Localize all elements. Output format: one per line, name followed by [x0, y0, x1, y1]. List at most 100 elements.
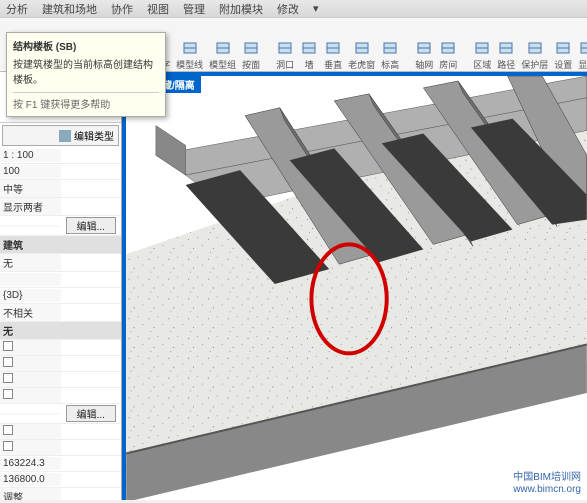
properties-panel: 编辑类型 1 : 100100中等显示两者编辑...建筑无 {3D}不相关无编辑… — [0, 72, 122, 500]
ribbon-show-button[interactable]: 显示 — [578, 39, 587, 71]
ribbon-line-button[interactable]: 模型线 — [176, 39, 203, 71]
wall-icon — [300, 39, 318, 57]
ribbon-group-button[interactable]: 模型组 — [209, 39, 236, 71]
property-key: 显示两者 — [0, 198, 61, 215]
property-key: 1 : 100 — [0, 149, 61, 162]
ribbon-label: 洞口 — [276, 58, 294, 71]
checkbox[interactable] — [3, 441, 13, 451]
property-row[interactable]: 不相关 — [0, 304, 121, 322]
menu-item[interactable]: 建筑和场地 — [42, 1, 97, 17]
menu-item[interactable]: 分析 — [6, 1, 28, 17]
menu-bar: 分析建筑和场地协作视图管理附加模块修改 ▾ — [0, 0, 587, 18]
ribbon-set-button[interactable]: 设置 — [554, 39, 572, 71]
property-group-header: 建筑 — [0, 236, 121, 253]
property-row[interactable] — [0, 440, 121, 456]
property-row[interactable] — [0, 340, 121, 356]
edit-type-label: 编辑类型 — [74, 128, 114, 143]
property-row[interactable]: 163224.3 — [0, 456, 121, 472]
ribbon-label: 保护层 — [521, 58, 548, 71]
property-row[interactable] — [0, 388, 121, 404]
menu-item[interactable]: 修改 — [277, 1, 299, 17]
ribbon-area-button[interactable]: 区域 — [473, 39, 491, 71]
edit-icon — [59, 130, 71, 142]
property-value[interactable] — [61, 171, 122, 173]
menu-item[interactable]: 管理 — [183, 1, 205, 17]
property-value[interactable] — [61, 312, 122, 314]
property-edit-button[interactable]: 编辑... — [66, 405, 116, 422]
property-key: {3D} — [0, 289, 61, 302]
property-row[interactable]: 136800.0 — [0, 472, 121, 488]
property-row[interactable] — [0, 272, 121, 288]
menu-item[interactable]: 视图 — [147, 1, 169, 17]
property-row[interactable]: 无 — [0, 254, 121, 272]
ribbon-label: 设置 — [554, 58, 572, 71]
vert-icon — [324, 39, 342, 57]
property-value[interactable] — [61, 295, 122, 297]
property-row[interactable]: {3D} — [0, 288, 121, 304]
ribbon-vert-button[interactable]: 垂直 — [324, 39, 342, 71]
ribbon-open-button[interactable]: 洞口 — [276, 39, 294, 71]
ribbon-wall-button[interactable]: 墙 — [300, 39, 318, 71]
ribbon-label: 轴网 — [415, 58, 433, 71]
property-row[interactable]: 中等 — [0, 180, 121, 198]
ribbon-grid-button[interactable]: 轴网 — [415, 39, 433, 71]
property-key: 100 — [0, 165, 61, 178]
checkbox[interactable] — [3, 357, 13, 367]
property-row[interactable] — [0, 424, 121, 440]
property-value[interactable] — [61, 496, 122, 498]
ribbon-label: 老虎窗 — [348, 58, 375, 71]
checkbox[interactable] — [3, 425, 13, 435]
group-icon — [214, 39, 232, 57]
main-area: 编辑类型 1 : 100100中等显示两者编辑...建筑无 {3D}不相关无编辑… — [0, 72, 587, 500]
checkbox[interactable] — [3, 389, 13, 399]
property-edit-button[interactable]: 编辑... — [66, 217, 116, 234]
property-row[interactable] — [0, 356, 121, 372]
property-row[interactable]: 100 — [0, 164, 121, 180]
property-group-header: 无 — [0, 322, 121, 339]
dorm-icon — [353, 39, 371, 57]
tooltip-body: 按建筑楼型的当前标高创建结构楼板。 — [13, 56, 159, 86]
property-row[interactable]: 建筑 — [0, 236, 121, 254]
property-value[interactable] — [61, 155, 122, 157]
ribbon-label: 墙 — [305, 58, 314, 71]
path-icon — [497, 39, 515, 57]
property-row[interactable]: 显示两者 — [0, 198, 121, 216]
property-value[interactable] — [61, 188, 122, 190]
property-key: 136800.0 — [0, 473, 61, 486]
face-icon — [242, 39, 260, 57]
property-row[interactable]: 1 : 100 — [0, 148, 121, 164]
checkbox[interactable] — [3, 341, 13, 351]
menu-item[interactable]: 协作 — [111, 1, 133, 17]
open-icon — [276, 39, 294, 57]
menu-item[interactable]: 附加模块 — [219, 1, 263, 17]
property-value[interactable] — [61, 262, 122, 264]
edit-type-button[interactable]: 编辑类型 — [2, 125, 119, 146]
ribbon-path-button[interactable]: 路径 — [497, 39, 515, 71]
level-icon — [381, 39, 399, 57]
ribbon-label: 按面 — [242, 58, 260, 71]
property-value[interactable] — [61, 206, 122, 208]
ribbon-dorm-button[interactable]: 老虎窗 — [348, 39, 375, 71]
menu-overflow-icon[interactable]: ▾ — [313, 2, 319, 15]
show-icon — [578, 39, 587, 57]
ribbon-level-button[interactable]: 标高 — [381, 39, 399, 71]
property-row[interactable]: 编辑... — [0, 404, 121, 424]
property-value[interactable] — [61, 463, 122, 465]
viewport[interactable]: 临时隐藏/隔离 — [122, 72, 587, 500]
property-row[interactable]: 无 — [0, 322, 121, 340]
tooltip-help: 按 F1 键获得更多帮助 — [13, 92, 159, 111]
ribbon-label: 路径 — [497, 58, 515, 71]
property-row[interactable] — [0, 372, 121, 388]
property-key: 163224.3 — [0, 457, 61, 470]
properties-grid[interactable]: 1 : 100100中等显示两者编辑...建筑无 {3D}不相关无编辑...16… — [0, 148, 121, 500]
property-key: 不相关 — [0, 304, 61, 321]
property-value[interactable] — [61, 479, 122, 481]
property-row[interactable]: 编辑... — [0, 216, 121, 236]
property-row[interactable]: 调整 — [0, 488, 121, 500]
checkbox[interactable] — [3, 373, 13, 383]
ribbon-room-button[interactable]: 房间 — [439, 39, 457, 71]
ribbon-cover-button[interactable]: 保护层 — [521, 39, 548, 71]
line-icon — [181, 39, 199, 57]
ribbon-face-button[interactable]: 按面 — [242, 39, 260, 71]
ribbon-label: 模型组 — [209, 58, 236, 71]
